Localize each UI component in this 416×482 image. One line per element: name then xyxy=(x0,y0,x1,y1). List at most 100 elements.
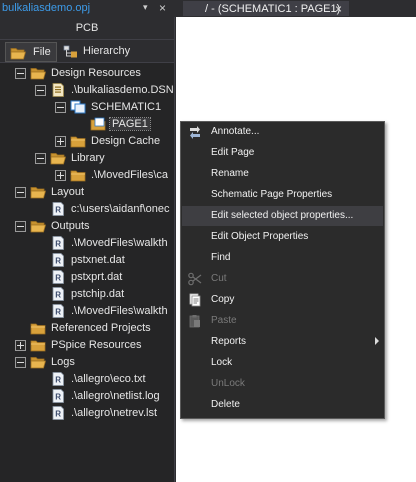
folder-open-icon xyxy=(9,46,27,60)
expand-toggle[interactable] xyxy=(15,340,26,351)
file-icon xyxy=(50,202,66,216)
tree-item-label: pstxprt.dat xyxy=(71,271,123,283)
menu-item-paste[interactable]: Paste xyxy=(182,311,383,331)
scissors-icon xyxy=(188,272,202,286)
menu-item-label: Lock xyxy=(211,357,233,368)
file-icon xyxy=(50,270,66,284)
menu-item-find[interactable]: Find xyxy=(182,248,383,268)
menu-item-lock[interactable]: Lock xyxy=(182,353,383,373)
folder-icon xyxy=(70,168,86,182)
folder-open-icon xyxy=(30,66,46,80)
menu-item-label: Paste xyxy=(211,315,237,326)
menu-item-label: Cut xyxy=(211,273,227,284)
menu-item-label: UnLock xyxy=(211,378,245,389)
document-tab-title[interactable]: / - (SCHEMATIC1 : PAGE1) xyxy=(205,3,340,15)
menu-item-label: Schematic Page Properties xyxy=(211,189,333,200)
menu-item-label: Find xyxy=(211,252,231,263)
menu-item-label: Edit Page xyxy=(211,147,255,158)
collapse-toggle[interactable] xyxy=(15,221,26,232)
folder-icon xyxy=(70,134,86,148)
project-tab-title[interactable]: bulkaliasdemo.opj xyxy=(2,2,90,14)
close-icon[interactable]: × xyxy=(335,2,342,16)
file-icon xyxy=(50,287,66,301)
submenu-arrow-icon xyxy=(375,337,379,345)
tree-item-label: Library xyxy=(71,152,105,164)
menu-item-label: Delete xyxy=(211,399,240,410)
tree-item-label: .\MovedFiles\walkth xyxy=(71,237,168,249)
menu-item-label: Copy xyxy=(211,294,235,305)
menu-item-label: Annotate... xyxy=(211,126,260,137)
folder-open-icon xyxy=(30,219,46,233)
menu-item-reports[interactable]: Reports xyxy=(182,332,383,352)
folder-icon xyxy=(30,321,46,335)
folder-open-icon xyxy=(50,151,66,165)
menu-item-edit-page[interactable]: Edit Page xyxy=(182,143,383,163)
tree-item-label: PSpice Resources xyxy=(51,339,142,351)
file-icon xyxy=(50,236,66,250)
tree-item-label: .\allegro\netrev.lst xyxy=(71,407,158,419)
menu-item-label: Edit selected object properties... xyxy=(211,210,354,221)
expand-toggle[interactable] xyxy=(55,136,66,147)
paste-icon xyxy=(189,315,200,328)
schematic-icon xyxy=(70,100,86,114)
menu-item-schematic-page-properties[interactable]: Schematic Page Properties xyxy=(182,185,383,205)
file-icon xyxy=(50,304,66,318)
hierarchy-icon xyxy=(63,45,77,58)
folder-open-icon xyxy=(30,355,46,369)
context-menu: Annotate... Edit Page Rename Schematic P… xyxy=(180,121,385,419)
file-icon xyxy=(50,253,66,267)
collapse-toggle[interactable] xyxy=(35,85,46,96)
pcb-label: PCB xyxy=(75,22,99,34)
tree-item-label: pstxnet.dat xyxy=(71,254,125,266)
tree-item-label: Layout xyxy=(51,186,85,198)
file-icon xyxy=(50,389,66,403)
menu-item-unlock[interactable]: UnLock xyxy=(182,374,383,394)
collapse-toggle[interactable] xyxy=(55,102,66,113)
tree-item-label: Referenced Projects xyxy=(51,322,151,334)
folder-icon xyxy=(30,338,46,352)
tab-hierarchy-label: Hierarchy xyxy=(83,45,131,57)
expand-toggle[interactable] xyxy=(55,170,66,181)
menu-item-delete[interactable]: Delete xyxy=(182,395,383,415)
tree-item-label: PAGE1 xyxy=(109,117,151,131)
menu-item-cut[interactable]: Cut xyxy=(182,269,383,289)
menu-item-label: Rename xyxy=(211,168,249,179)
collapse-toggle[interactable] xyxy=(15,187,26,198)
tree-item-label: c:\users\aidanf\onec xyxy=(71,203,170,215)
collapse-toggle[interactable] xyxy=(35,153,46,164)
menu-item-annotate[interactable]: Annotate... xyxy=(182,122,383,142)
document-tab[interactable]: / - (SCHEMATIC1 : PAGE1) × xyxy=(183,1,349,16)
tree-item-label: Logs xyxy=(51,356,75,368)
annotate-icon xyxy=(190,126,200,139)
tree-item-label: pstchip.dat xyxy=(71,288,125,300)
menu-item-edit-selected-object-properties[interactable]: Edit selected object properties... xyxy=(182,206,383,226)
menu-item-copy[interactable]: Copy xyxy=(182,290,383,310)
tree-item-label: .\bulkaliasdemo.DSN xyxy=(71,84,174,96)
menu-item-rename[interactable]: Rename xyxy=(182,164,383,184)
file-icon xyxy=(50,372,66,386)
menu-item-label: Reports xyxy=(211,336,247,347)
folder-open-icon xyxy=(30,185,46,199)
tree-item-label: Design Resources xyxy=(51,67,141,79)
panel-tabs: File Hierarchy xyxy=(0,40,174,63)
page-icon xyxy=(90,117,106,131)
project-tree: Design Resources .\bulkaliasdemo.DSN SCH… xyxy=(0,63,174,482)
file-icon xyxy=(50,406,66,420)
chevron-down-icon[interactable]: ▾ xyxy=(143,2,148,13)
tree-item-label: .\MovedFiles\ca xyxy=(91,169,169,181)
tab-file[interactable]: File xyxy=(5,42,57,62)
close-icon[interactable]: × xyxy=(159,1,166,15)
tab-hierarchy[interactable]: Hierarchy xyxy=(60,42,140,60)
tree-item-label: .\allegro\eco.txt xyxy=(71,373,146,385)
copy-icon xyxy=(189,293,201,307)
design-file-icon xyxy=(50,83,66,97)
tree-item-label: Design Cache xyxy=(91,135,161,147)
pcb-header: PCB xyxy=(0,17,174,40)
project-tab[interactable]: bulkaliasdemo.opj ▾ × xyxy=(0,0,174,16)
project-manager-panel: PCB File Hierarchy Design Resources .\bu… xyxy=(0,17,175,482)
menu-item-edit-object-properties[interactable]: Edit Object Properties xyxy=(182,227,383,247)
collapse-toggle[interactable] xyxy=(15,357,26,368)
tab-file-label: File xyxy=(33,46,51,58)
collapse-toggle[interactable] xyxy=(15,68,26,79)
tree-item-label: SCHEMATIC1 xyxy=(91,101,162,113)
